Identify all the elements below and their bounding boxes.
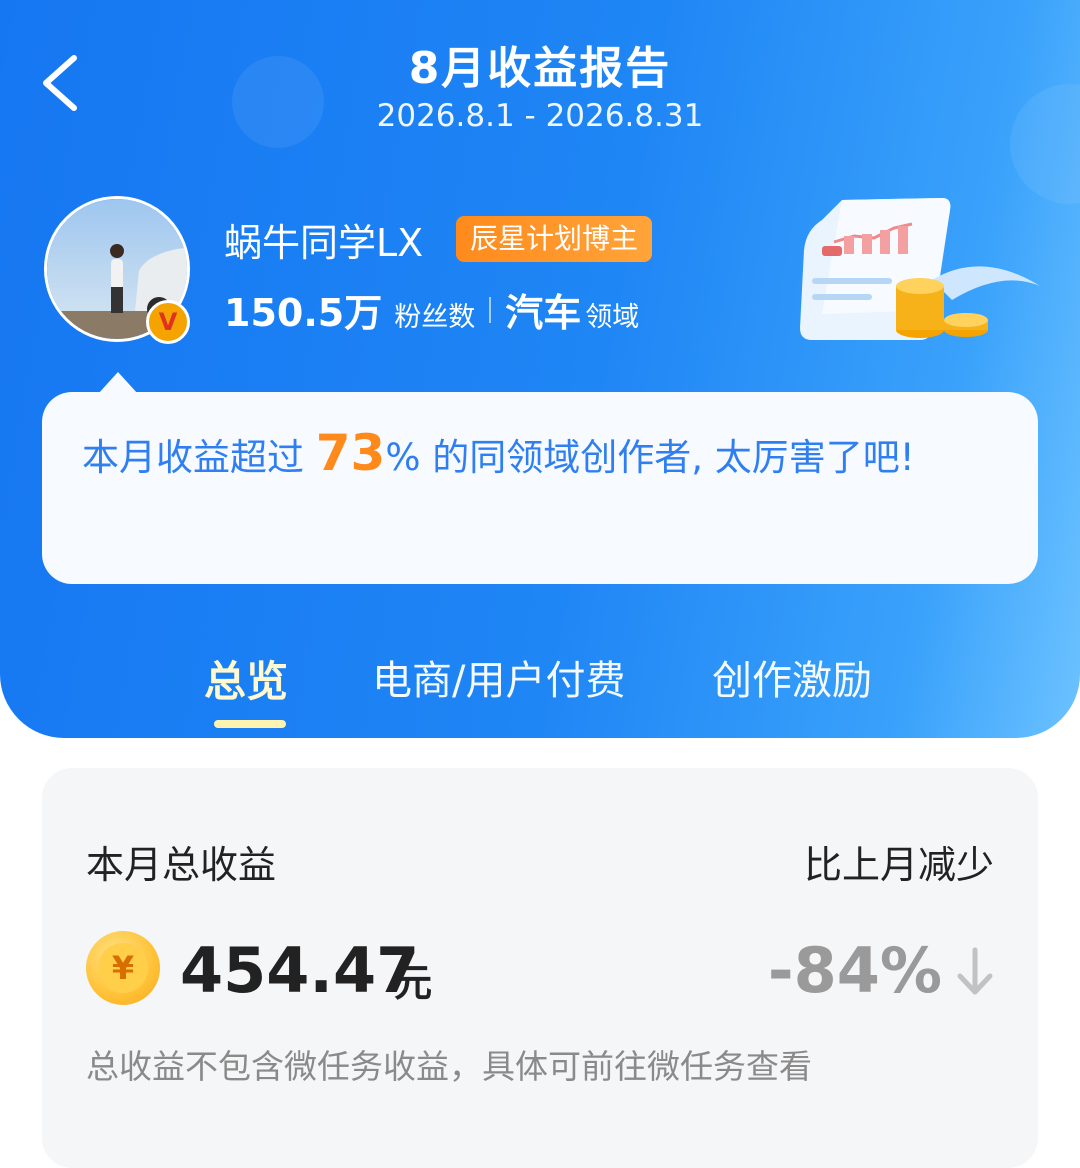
month-change: -84% <box>767 934 942 1007</box>
arrow-down-icon <box>957 947 993 995</box>
amount-unit: 元 <box>394 961 433 1005</box>
domain-value: 汽车 <box>505 291 582 335</box>
total-income-label: 本月总收益 <box>86 843 277 887</box>
tab-bar: 总览 电商/用户付费 创作激励 <box>0 648 1080 728</box>
tab-ecommerce-paid[interactable]: 电商/用户付费 <box>372 648 625 706</box>
page-title: 8月收益报告 <box>408 43 672 94</box>
verified-badge-icon: V <box>146 300 190 344</box>
bubble-prefix: 本月收益超过 <box>82 436 304 479</box>
username: 蜗牛同学LX <box>224 221 424 265</box>
tab-creation-incentive[interactable]: 创作激励 <box>712 648 872 706</box>
compare-label: 比上月减少 <box>803 843 994 887</box>
stats-divider <box>489 296 492 323</box>
domain-label: 领域 <box>585 302 640 333</box>
bubble-suffix: % 的同领域创作者, 太厉害了吧! <box>385 436 915 479</box>
income-note: 总收益不包含微任务收益，具体可前往微任务查看 <box>86 1047 812 1086</box>
profile-stats: 150.5万 粉丝数 汽车 领域 <box>224 282 639 337</box>
followers-label: 粉丝数 <box>394 302 476 333</box>
tab-overview[interactable]: 总览 <box>204 648 288 709</box>
bubble-pointer <box>98 372 138 394</box>
coin-icon: ¥ <box>86 931 160 1005</box>
receipt-coins-illustration <box>800 198 1040 340</box>
followers-count: 150.5万 <box>224 291 383 335</box>
total-amount: 454.47 <box>180 934 420 1007</box>
ranking-bubble: 本月收益超过 73% 的同领域创作者, 太厉害了吧! <box>42 392 1038 584</box>
bubble-percent: 73 <box>315 424 386 482</box>
report-header: 8月收益报告 2026.8.1 - 2026.8.31 V 蜗牛同学LX 辰星计… <box>0 0 1080 738</box>
currency-symbol: ¥ <box>98 943 148 993</box>
creator-program-badge[interactable]: 辰星计划博主 <box>456 216 653 262</box>
date-range: 2026.8.1 - 2026.8.31 <box>376 98 704 134</box>
active-tab-indicator <box>214 720 286 728</box>
